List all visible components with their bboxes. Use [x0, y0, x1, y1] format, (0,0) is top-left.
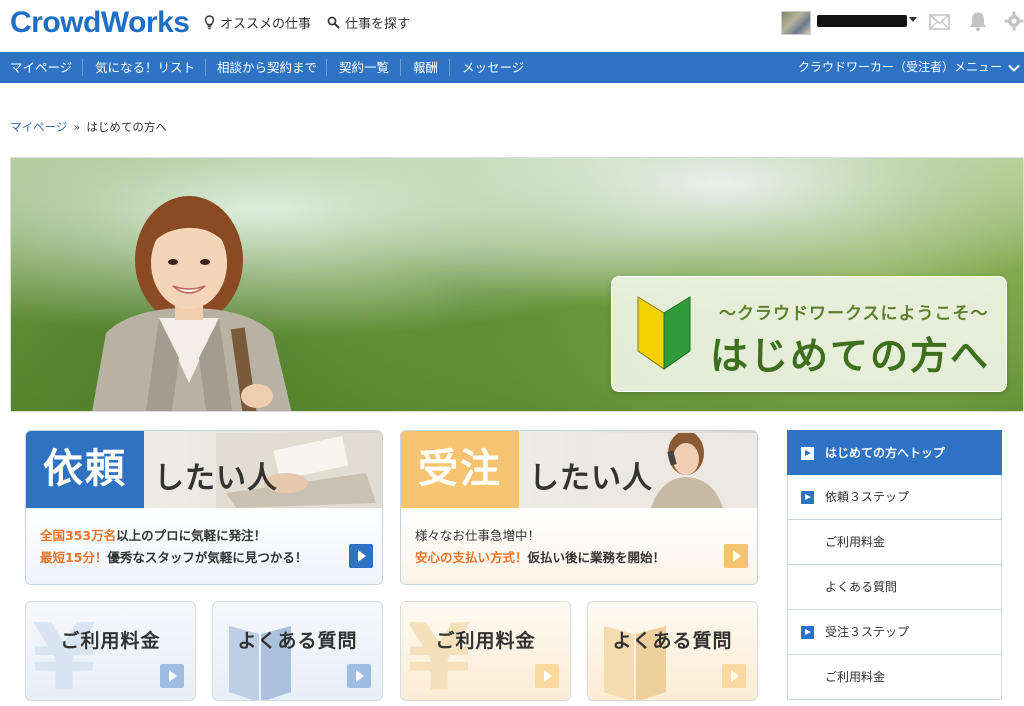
worker-faq-label: よくある質問	[612, 630, 733, 652]
worker-menu-dropdown[interactable]: クラウドワーカー（受注者）メニュー	[798, 52, 1020, 83]
client-suffix: したい人	[154, 461, 278, 496]
mail-icon[interactable]	[929, 14, 950, 30]
nav-item-messages[interactable]: メッセージ	[462, 52, 524, 83]
client-line-1-rest: 以上のプロに気軽に発注！	[116, 528, 267, 543]
nav-divider	[449, 59, 450, 76]
nav-item-watchlist[interactable]: 気になる！リスト	[95, 52, 195, 83]
worker-line-1: 様々なお仕事急増中！	[415, 528, 541, 543]
sidebar-item-client-steps[interactable]: 依頼３ステップ	[787, 475, 1002, 520]
crowdworks-logo[interactable]: CrowdWorks	[10, 6, 190, 40]
worker-card-body: 様々なお仕事急増中！ 安心の支払い方式！仮払い後に業務を開始！	[401, 508, 757, 584]
client-faq-label: よくある質問	[237, 630, 358, 652]
welcome-banner: 〜クラウドワークスにようこそ〜 はじめての方へ	[611, 276, 1007, 392]
sidebar-item-label: ご利用料金	[825, 535, 886, 549]
client-card-header: 依頼 したい人	[26, 431, 382, 508]
client-fee-arrow-button[interactable]	[160, 664, 184, 688]
nav-divider	[400, 59, 401, 76]
avatar[interactable]	[781, 11, 811, 35]
client-card[interactable]: 依頼 したい人 全国353万名以上のプロに気軽に発注！ 最短15分！優秀なスタッ…	[25, 430, 383, 585]
sidebar-item-beginner-top[interactable]: はじめての方へトップ	[787, 430, 1002, 475]
worker-line-2-rest: 仮払い後に業務を開始！	[527, 550, 666, 565]
breadcrumb-current: はじめての方へ	[86, 120, 167, 134]
breadcrumb: マイページ » はじめての方へ	[10, 119, 167, 135]
nav-divider	[326, 59, 327, 76]
client-arrow-button[interactable]	[349, 544, 373, 568]
nav-item-rewards[interactable]: 報酬	[413, 52, 438, 83]
sidebar-item-client-fee[interactable]: ご利用料金	[787, 520, 1002, 565]
breadcrumb-home-link[interactable]: マイページ	[10, 120, 67, 134]
sidebar-item-label: はじめての方へトップ	[825, 446, 946, 460]
sidebar-item-worker-fee[interactable]: ご利用料金	[787, 655, 1002, 700]
hero-subtitle: 〜クラウドワークスにようこそ〜	[719, 304, 989, 324]
nav-divider	[82, 59, 83, 76]
worker-line-2-highlight: 安心の支払い方式！	[415, 550, 528, 565]
find-jobs-link[interactable]: 仕事を探す	[327, 13, 410, 32]
client-line-1: 全国353万名以上のプロに気軽に発注！	[40, 525, 266, 544]
hero-title: はじめての方へ	[710, 334, 991, 378]
header: CrowdWorks オススメの仕事 仕事を探す	[0, 0, 1024, 52]
worker-fee-arrow-button[interactable]	[535, 664, 559, 688]
worker-label: 受注	[401, 431, 519, 508]
client-card-body: 全国353万名以上のプロに気軽に発注！ 最短15分！優秀なスタッフが気軽に見つか…	[26, 508, 382, 584]
redacted-username[interactable]	[817, 15, 907, 27]
worker-menu-label: クラウドワーカー（受注者）メニュー	[797, 60, 1002, 74]
sidebar-item-worker-steps[interactable]: 受注３ステップ	[787, 610, 1002, 655]
worker-faq-card[interactable]: よくある質問	[587, 601, 758, 701]
main-nav: マイページ 気になる！リスト 相談から契約まで 契約一覧 報酬 メッセージ クラ…	[0, 52, 1024, 83]
nav-item-consult-to-contract[interactable]: 相談から契約まで	[217, 52, 317, 83]
sidebar-item-label: 受注３ステップ	[825, 625, 910, 639]
client-fee-card[interactable]: ¥ ご利用料金	[25, 601, 196, 701]
sidebar: はじめての方へトップ 依頼３ステップ ご利用料金 よくある質問 受注３ステップ …	[787, 430, 1002, 700]
chevron-down-icon[interactable]	[909, 17, 917, 22]
worker-line-2: 安心の支払い方式！仮払い後に業務を開始！	[415, 547, 665, 566]
play-bullet-icon	[801, 491, 814, 504]
nav-item-contracts[interactable]: 契約一覧	[339, 52, 389, 83]
worker-arrow-button[interactable]	[724, 544, 748, 568]
client-line-2-highlight: 最短15分！	[40, 550, 108, 565]
client-faq-card[interactable]: よくある質問	[212, 601, 383, 701]
sidebar-item-label: ご利用料金	[825, 670, 886, 684]
client-label: 依頼	[26, 431, 144, 508]
recommended-jobs-link[interactable]: オススメの仕事	[204, 13, 311, 32]
breadcrumb-separator: »	[73, 120, 81, 134]
find-jobs-label: 仕事を探す	[345, 17, 411, 32]
sidebar-item-label: 依頼３ステップ	[825, 490, 910, 504]
worker-fee-label: ご利用料金	[435, 630, 536, 652]
lightbulb-icon	[204, 15, 215, 30]
worker-card[interactable]: 受注 したい人 様々なお仕事急増中！ 安心の支払い方式！仮払い後に業務を開始！	[400, 430, 758, 585]
worker-faq-arrow-button[interactable]	[722, 664, 746, 688]
client-line-2-rest: 優秀なスタッフが気軽に見つかる！	[107, 550, 308, 565]
chevron-down-icon	[1008, 64, 1020, 72]
client-line-1-highlight: 全国353万名	[40, 528, 117, 543]
nav-item-mypage[interactable]: マイページ	[10, 52, 72, 83]
play-bullet-icon	[801, 626, 814, 639]
worker-card-header: 受注 したい人	[401, 431, 757, 508]
gear-icon[interactable]	[1004, 11, 1024, 31]
worker-fee-card[interactable]: ¥ ご利用料金	[400, 601, 571, 701]
beginner-leaf-icon	[637, 296, 691, 370]
hero-banner: 〜クラウドワークスにようこそ〜 はじめての方へ	[10, 157, 1024, 412]
sidebar-item-label: よくある質問	[825, 580, 898, 594]
worker-suffix: したい人	[529, 461, 653, 496]
woman-photo	[92, 196, 292, 411]
play-bullet-icon	[801, 447, 814, 460]
client-line-2: 最短15分！優秀なスタッフが気軽に見つかる！	[40, 547, 307, 566]
recommended-jobs-label: オススメの仕事	[220, 17, 312, 32]
search-icon	[327, 16, 340, 29]
client-faq-arrow-button[interactable]	[347, 664, 371, 688]
bell-icon[interactable]	[968, 11, 988, 32]
sidebar-item-client-faq[interactable]: よくある質問	[787, 565, 1002, 610]
nav-divider	[205, 59, 206, 76]
client-fee-label: ご利用料金	[60, 630, 161, 652]
